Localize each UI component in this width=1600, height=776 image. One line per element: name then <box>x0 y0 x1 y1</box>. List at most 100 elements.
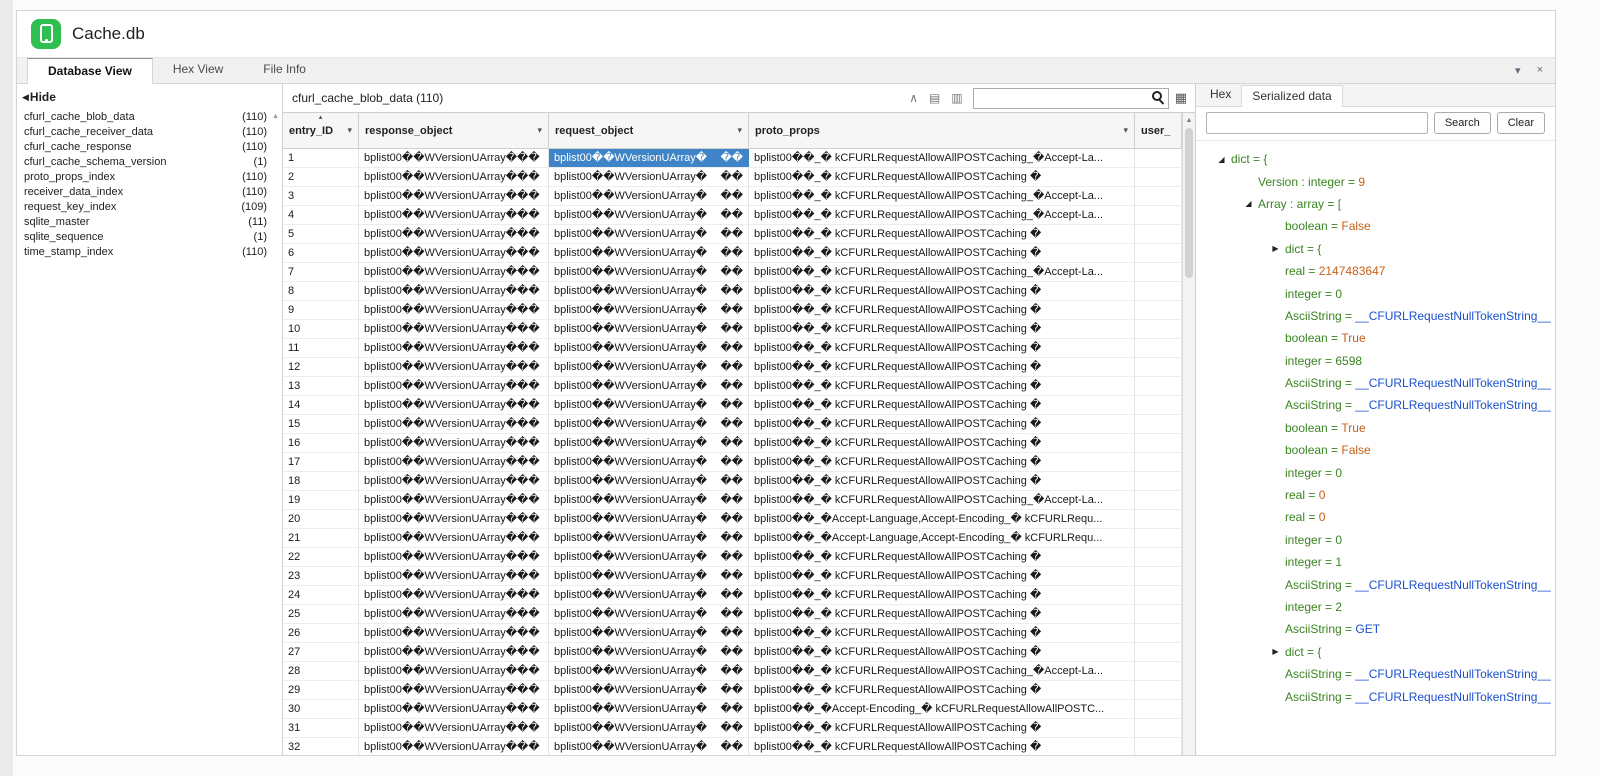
cell-entry-id[interactable]: 25 <box>283 605 359 623</box>
cell-proto-props[interactable]: bplist00��_�Accept-Language,Accept-Encod… <box>749 510 1135 528</box>
cell-user[interactable] <box>1135 643 1182 661</box>
cell-response-object[interactable]: bplist00��WVersionUArray��� <box>359 244 549 262</box>
collapse-sidebar-icon[interactable]: ◀ <box>22 92 29 103</box>
sidebar-item-sqlite-master[interactable]: sqlite_master (11) <box>17 215 282 230</box>
cell-proto-props[interactable]: bplist00��_� kCFURLRequestAllowAllPOSTCa… <box>749 738 1135 755</box>
cell-user[interactable] <box>1135 396 1182 414</box>
cell-request-object[interactable]: bplist00��WVersionUArray� �� <box>549 320 749 338</box>
sidebar-scroll-up-icon[interactable]: ▲ <box>272 113 279 120</box>
column-header-response-object[interactable]: response_object ▾ <box>359 113 549 148</box>
cell-response-object[interactable]: bplist00��WVersionUArray��� <box>359 225 549 243</box>
cell-entry-id[interactable]: 30 <box>283 700 359 718</box>
cell-user[interactable] <box>1135 662 1182 680</box>
cell-proto-props[interactable]: bplist00��_� kCFURLRequestAllowAllPOSTCa… <box>749 605 1135 623</box>
cell-response-object[interactable]: bplist00��WVersionUArray��� <box>359 263 549 281</box>
cell-response-object[interactable]: bplist00��WVersionUArray��� <box>359 605 549 623</box>
cell-proto-props[interactable]: bplist00��_� kCFURLRequestAllowAllPOSTCa… <box>749 187 1135 205</box>
cell-entry-id[interactable]: 29 <box>283 681 359 699</box>
cell-request-object[interactable]: bplist00��WVersionUArray� �� <box>549 453 749 471</box>
cell-entry-id[interactable]: 24 <box>283 586 359 604</box>
sidebar-item-sqlite-sequence[interactable]: sqlite_sequence (1) <box>17 230 282 245</box>
search-icon[interactable] <box>1151 90 1162 101</box>
tree-node[interactable]: boolean = False <box>1196 439 1555 461</box>
tree-node[interactable]: boolean = True <box>1196 417 1555 439</box>
cell-entry-id[interactable]: 27 <box>283 643 359 661</box>
cell-response-object[interactable]: bplist00��WVersionUArray��� <box>359 491 549 509</box>
panel-dropdown-icon[interactable]: ▾ <box>1515 64 1521 77</box>
cell-request-object[interactable]: bplist00��WVersionUArray� �� <box>549 624 749 642</box>
column-header-entry-id[interactable]: entry_ID ▴ ▾ <box>283 113 359 148</box>
cell-response-object[interactable]: bplist00��WVersionUArray��� <box>359 548 549 566</box>
column-dropdown-icon[interactable]: ▾ <box>1123 125 1128 136</box>
cell-proto-props[interactable]: bplist00��_� kCFURLRequestAllowAllPOSTCa… <box>749 358 1135 376</box>
cell-request-object[interactable]: bplist00��WVersionUArray� �� <box>549 586 749 604</box>
cell-response-object[interactable]: bplist00��WVersionUArray��� <box>359 168 549 186</box>
cell-response-object[interactable]: bplist00��WVersionUArray��� <box>359 415 549 433</box>
cell-proto-props[interactable]: bplist00��_� kCFURLRequestAllowAllPOSTCa… <box>749 624 1135 642</box>
tree-node[interactable]: AsciiString = __CFURLRequestNullTokenStr… <box>1196 663 1555 685</box>
tree-expanded-icon[interactable]: ◢ <box>1212 155 1231 164</box>
tree-node[interactable]: ◢ Array : array = [ <box>1196 193 1555 215</box>
cell-request-object[interactable]: bplist00��WVersionUArray� �� <box>549 643 749 661</box>
sidebar-item-receiver-data-index[interactable]: receiver_data_index (110) <box>17 185 282 200</box>
cell-proto-props[interactable]: bplist00��_� kCFURLRequestAllowAllPOSTCa… <box>749 225 1135 243</box>
cell-request-object[interactable]: bplist00��WVersionUArray� �� <box>549 244 749 262</box>
cell-proto-props[interactable]: bplist00��_� kCFURLRequestAllowAllPOSTCa… <box>749 339 1135 357</box>
close-icon[interactable]: × <box>1537 64 1543 77</box>
tree-node[interactable]: integer = 0 <box>1196 461 1555 483</box>
cell-response-object[interactable]: bplist00��WVersionUArray��� <box>359 339 549 357</box>
cell-response-object[interactable]: bplist00��WVersionUArray��� <box>359 700 549 718</box>
tree-node[interactable]: integer = 1 <box>1196 551 1555 573</box>
cell-entry-id[interactable]: 32 <box>283 738 359 755</box>
sidebar-item-cfurl-cache-receiver-data[interactable]: cfurl_cache_receiver_data (110) <box>17 125 282 140</box>
cell-request-object[interactable]: bplist00��WVersionUArray� �� <box>549 567 749 585</box>
cell-user[interactable] <box>1135 453 1182 471</box>
cell-user[interactable] <box>1135 377 1182 395</box>
cell-user[interactable] <box>1135 415 1182 433</box>
cell-response-object[interactable]: bplist00��WVersionUArray��� <box>359 586 549 604</box>
cell-entry-id[interactable]: 16 <box>283 434 359 452</box>
cell-entry-id[interactable]: 8 <box>283 282 359 300</box>
cell-response-object[interactable]: bplist00��WVersionUArray��� <box>359 301 549 319</box>
column-view-icon[interactable]: ▥ <box>951 91 962 105</box>
cell-entry-id[interactable]: 7 <box>283 263 359 281</box>
tree-node[interactable]: ◢ dict = { <box>1196 148 1555 170</box>
cell-proto-props[interactable]: bplist00��_� kCFURLRequestAllowAllPOSTCa… <box>749 548 1135 566</box>
sidebar-item-proto-props-index[interactable]: proto_props_index (110) <box>17 170 282 185</box>
cell-user[interactable] <box>1135 529 1182 547</box>
cell-user[interactable] <box>1135 681 1182 699</box>
table-view-icon[interactable]: ▤ <box>929 91 940 105</box>
column-dropdown-icon[interactable]: ▾ <box>737 125 742 136</box>
cell-request-object[interactable]: bplist00��WVersionUArray� �� <box>549 738 749 755</box>
cell-user[interactable] <box>1135 567 1182 585</box>
tree-node[interactable]: integer = 2 <box>1196 596 1555 618</box>
cell-user[interactable] <box>1135 206 1182 224</box>
cell-user[interactable] <box>1135 434 1182 452</box>
cell-request-object[interactable]: bplist00��WVersionUArray� �� <box>549 491 749 509</box>
cell-entry-id[interactable]: 22 <box>283 548 359 566</box>
tab-hex-view[interactable]: Hex View <box>153 57 243 83</box>
cell-user[interactable] <box>1135 510 1182 528</box>
cell-entry-id[interactable]: 21 <box>283 529 359 547</box>
cell-proto-props[interactable]: bplist00��_� kCFURLRequestAllowAllPOSTCa… <box>749 472 1135 490</box>
cell-request-object[interactable]: bplist00��WVersionUArray� �� <box>549 548 749 566</box>
cell-request-object[interactable]: bplist00��WVersionUArray� �� <box>549 434 749 452</box>
cell-user[interactable] <box>1135 282 1182 300</box>
cell-request-object[interactable]: bplist00��WVersionUArray� �� <box>549 529 749 547</box>
cell-response-object[interactable]: bplist00��WVersionUArray��� <box>359 719 549 737</box>
cell-proto-props[interactable]: bplist00��_� kCFURLRequestAllowAllPOSTCa… <box>749 244 1135 262</box>
tree-collapsed-icon[interactable]: ▶ <box>1266 244 1285 253</box>
cell-request-object[interactable]: bplist00��WVersionUArray� �� <box>549 187 749 205</box>
tree-node[interactable]: real = 0 <box>1196 484 1555 506</box>
cell-entry-id[interactable]: 10 <box>283 320 359 338</box>
tree-node[interactable]: boolean = True <box>1196 327 1555 349</box>
cell-entry-id[interactable]: 26 <box>283 624 359 642</box>
cell-proto-props[interactable]: bplist00��_� kCFURLRequestAllowAllPOSTCa… <box>749 377 1135 395</box>
tree-node[interactable]: AsciiString = GET <box>1196 618 1555 640</box>
cell-response-object[interactable]: bplist00��WVersionUArray��� <box>359 567 549 585</box>
cell-response-object[interactable]: bplist00��WVersionUArray��� <box>359 149 549 167</box>
cell-response-object[interactable]: bplist00��WVersionUArray��� <box>359 681 549 699</box>
cell-response-object[interactable]: bplist00��WVersionUArray��� <box>359 187 549 205</box>
cell-proto-props[interactable]: bplist00��_� kCFURLRequestAllowAllPOSTCa… <box>749 434 1135 452</box>
cell-user[interactable] <box>1135 168 1182 186</box>
